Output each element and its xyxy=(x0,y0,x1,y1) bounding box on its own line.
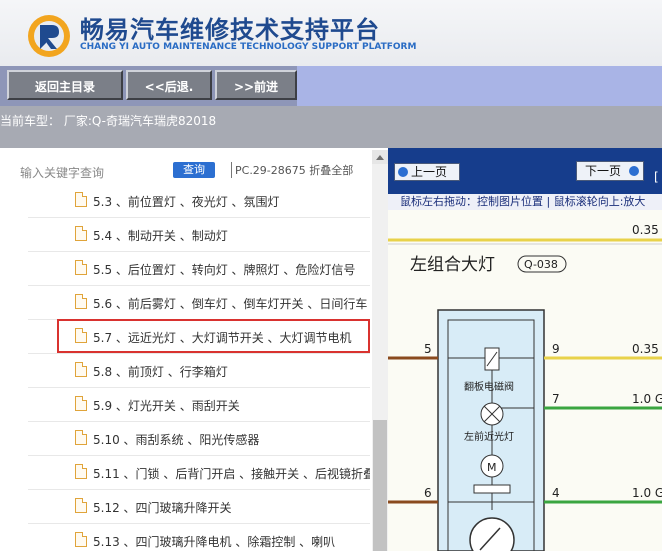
search-button[interactable]: 查询 xyxy=(173,162,215,178)
diagram-title: 左组合大灯 xyxy=(410,255,495,275)
diagram-viewer: 上一页 下一页 [ 鼠标左右拖动：控制图片位置 | 鼠标滚轮向上:放大 0.35… xyxy=(388,148,662,551)
tree-item-label: 5.11 、门锁 、后背门开启 、接触开关 、后视镜折叠 xyxy=(93,467,370,481)
selection-highlight xyxy=(57,319,370,353)
tree-item-label: 5.10 、雨刮系统 、阳光传感器 xyxy=(93,433,260,447)
catalog-tree: 5.3 、前位置灯 、夜光灯 、氛围灯 5.4 、制动开关 、制动灯 5.5 、… xyxy=(28,184,370,551)
collapse-all-link[interactable]: PC.29-28675 折叠全部 xyxy=(235,162,353,178)
document-icon xyxy=(75,226,87,241)
resistor-icon xyxy=(473,484,511,494)
platform-title: 畅易汽车维修技术支持平台 xyxy=(80,16,380,44)
document-icon xyxy=(75,260,87,275)
pin-label: 9 xyxy=(552,342,560,356)
viewer-hint: 鼠标左右拖动：控制图片位置 | 鼠标滚轮向上:放大 xyxy=(388,194,662,210)
low-beam-label: 左前近光灯 xyxy=(464,430,514,443)
pin-label: 5 xyxy=(424,342,432,356)
tree-item[interactable]: 5.8 、前顶灯 、行李箱灯 xyxy=(28,354,370,388)
viewer-header: 上一页 下一页 [ xyxy=(388,148,662,194)
tree-item-label: 5.3 、前位置灯 、夜光灯 、氛围灯 xyxy=(93,195,280,209)
catalog-scrollbar[interactable] xyxy=(372,150,388,551)
tree-item[interactable]: 5.3 、前位置灯 、夜光灯 、氛围灯 xyxy=(28,184,370,218)
document-icon xyxy=(75,498,87,513)
tree-item[interactable]: 5.13 、四门玻璃升降电机 、除霜控制 、喇叭 xyxy=(28,524,370,551)
solenoid-label: 翻板电磁阀 xyxy=(464,380,514,393)
next-page-label: 下一页 xyxy=(585,164,622,178)
tree-item-label: 5.6 、前后雾灯 、倒车灯 、倒车灯开关 、日间行车 xyxy=(93,297,368,311)
tree-item[interactable]: 5.12 、四门玻璃升降开关 xyxy=(28,490,370,524)
pin-label: 4 xyxy=(552,486,560,500)
document-icon xyxy=(75,294,87,309)
wire-value: 1.0 G xyxy=(632,486,662,500)
document-icon xyxy=(75,464,87,479)
tree-item[interactable]: 5.6 、前后雾灯 、倒车灯 、倒车灯开关 、日间行车 xyxy=(28,286,370,320)
pin-label: 6 xyxy=(424,486,432,500)
prev-page-label: 上一页 xyxy=(411,165,448,179)
app-window: 畅易汽车维修技术支持平台 CHANG YI AUTO MAINTENANCE T… xyxy=(0,0,662,551)
tree-item[interactable]: 5.5 、后位置灯 、转向灯 、牌照灯 、危险灯信号 xyxy=(28,252,370,286)
scroll-up-arrow-icon[interactable] xyxy=(372,150,388,164)
component-outline xyxy=(437,309,545,551)
wiring-diagram[interactable]: 0.35 左组合大灯 Q-038 5 9 0.35 7 1.0 G 6 4 1.… xyxy=(388,210,662,551)
wire-value: 1.0 G xyxy=(632,392,662,406)
platform-subtitle: CHANG YI AUTO MAINTENANCE TECHNOLOGY SUP… xyxy=(80,42,417,52)
search-input[interactable]: 输入关键字查询 xyxy=(20,164,104,181)
next-page-button[interactable]: 下一页 xyxy=(576,161,644,181)
document-icon xyxy=(75,362,87,377)
document-icon xyxy=(75,532,87,547)
bracket-text: [ xyxy=(654,170,659,184)
logo-icon xyxy=(28,15,70,57)
tree-item[interactable]: 5.9 、灯光开关 、雨刮开关 xyxy=(28,388,370,422)
arrow-right-icon xyxy=(629,166,639,176)
wire-value: 0.35 xyxy=(632,342,659,356)
arrow-left-icon xyxy=(398,167,408,177)
back-button[interactable]: <<后退. xyxy=(126,70,212,100)
forward-button[interactable]: >>前进 xyxy=(215,70,297,100)
main-toolbar: 返回主目录 <<后退. >>前进 xyxy=(0,66,662,106)
pin-label: 7 xyxy=(552,392,560,406)
motor-label: M xyxy=(487,461,497,474)
document-icon xyxy=(75,430,87,445)
tree-item[interactable]: 5.4 、制动开关 、制动灯 xyxy=(28,218,370,252)
tree-item-label: 5.8 、前顶灯 、行李箱灯 xyxy=(93,365,228,379)
wire-top-value: 0.35 xyxy=(632,223,659,237)
header-banner: 畅易汽车维修技术支持平台 CHANG YI AUTO MAINTENANCE T… xyxy=(0,0,662,66)
prev-page-button[interactable]: 上一页 xyxy=(394,163,460,181)
tree-item-label: 5.4 、制动开关 、制动灯 xyxy=(93,229,228,243)
tree-item-label: 5.12 、四门玻璃升降开关 xyxy=(93,501,232,515)
tree-item-label: 5.9 、灯光开关 、雨刮开关 xyxy=(93,399,240,413)
tree-item[interactable]: 5.11 、门锁 、后背门开启 、接触开关 、后视镜折叠 xyxy=(28,456,370,490)
divider xyxy=(231,162,232,178)
search-row: 输入关键字查询 查询 PC.29-28675 折叠全部 xyxy=(20,162,360,182)
tree-item[interactable]: 5.10 、雨刮系统 、阳光传感器 xyxy=(28,422,370,456)
connector-code: Q-038 xyxy=(524,258,558,271)
home-button[interactable]: 返回主目录 xyxy=(7,70,123,100)
document-icon xyxy=(75,396,87,411)
tree-item-label: 5.5 、后位置灯 、转向灯 、牌照灯 、危险灯信号 xyxy=(93,263,356,277)
document-icon xyxy=(75,192,87,207)
current-vehicle-text: 当前车型： 厂家:Q-奇瑞汽车瑞虎82018 xyxy=(0,114,217,128)
tree-item-label: 5.13 、四门玻璃升降电机 、除霜控制 、喇叭 xyxy=(93,535,336,549)
scroll-thumb[interactable] xyxy=(373,420,387,551)
